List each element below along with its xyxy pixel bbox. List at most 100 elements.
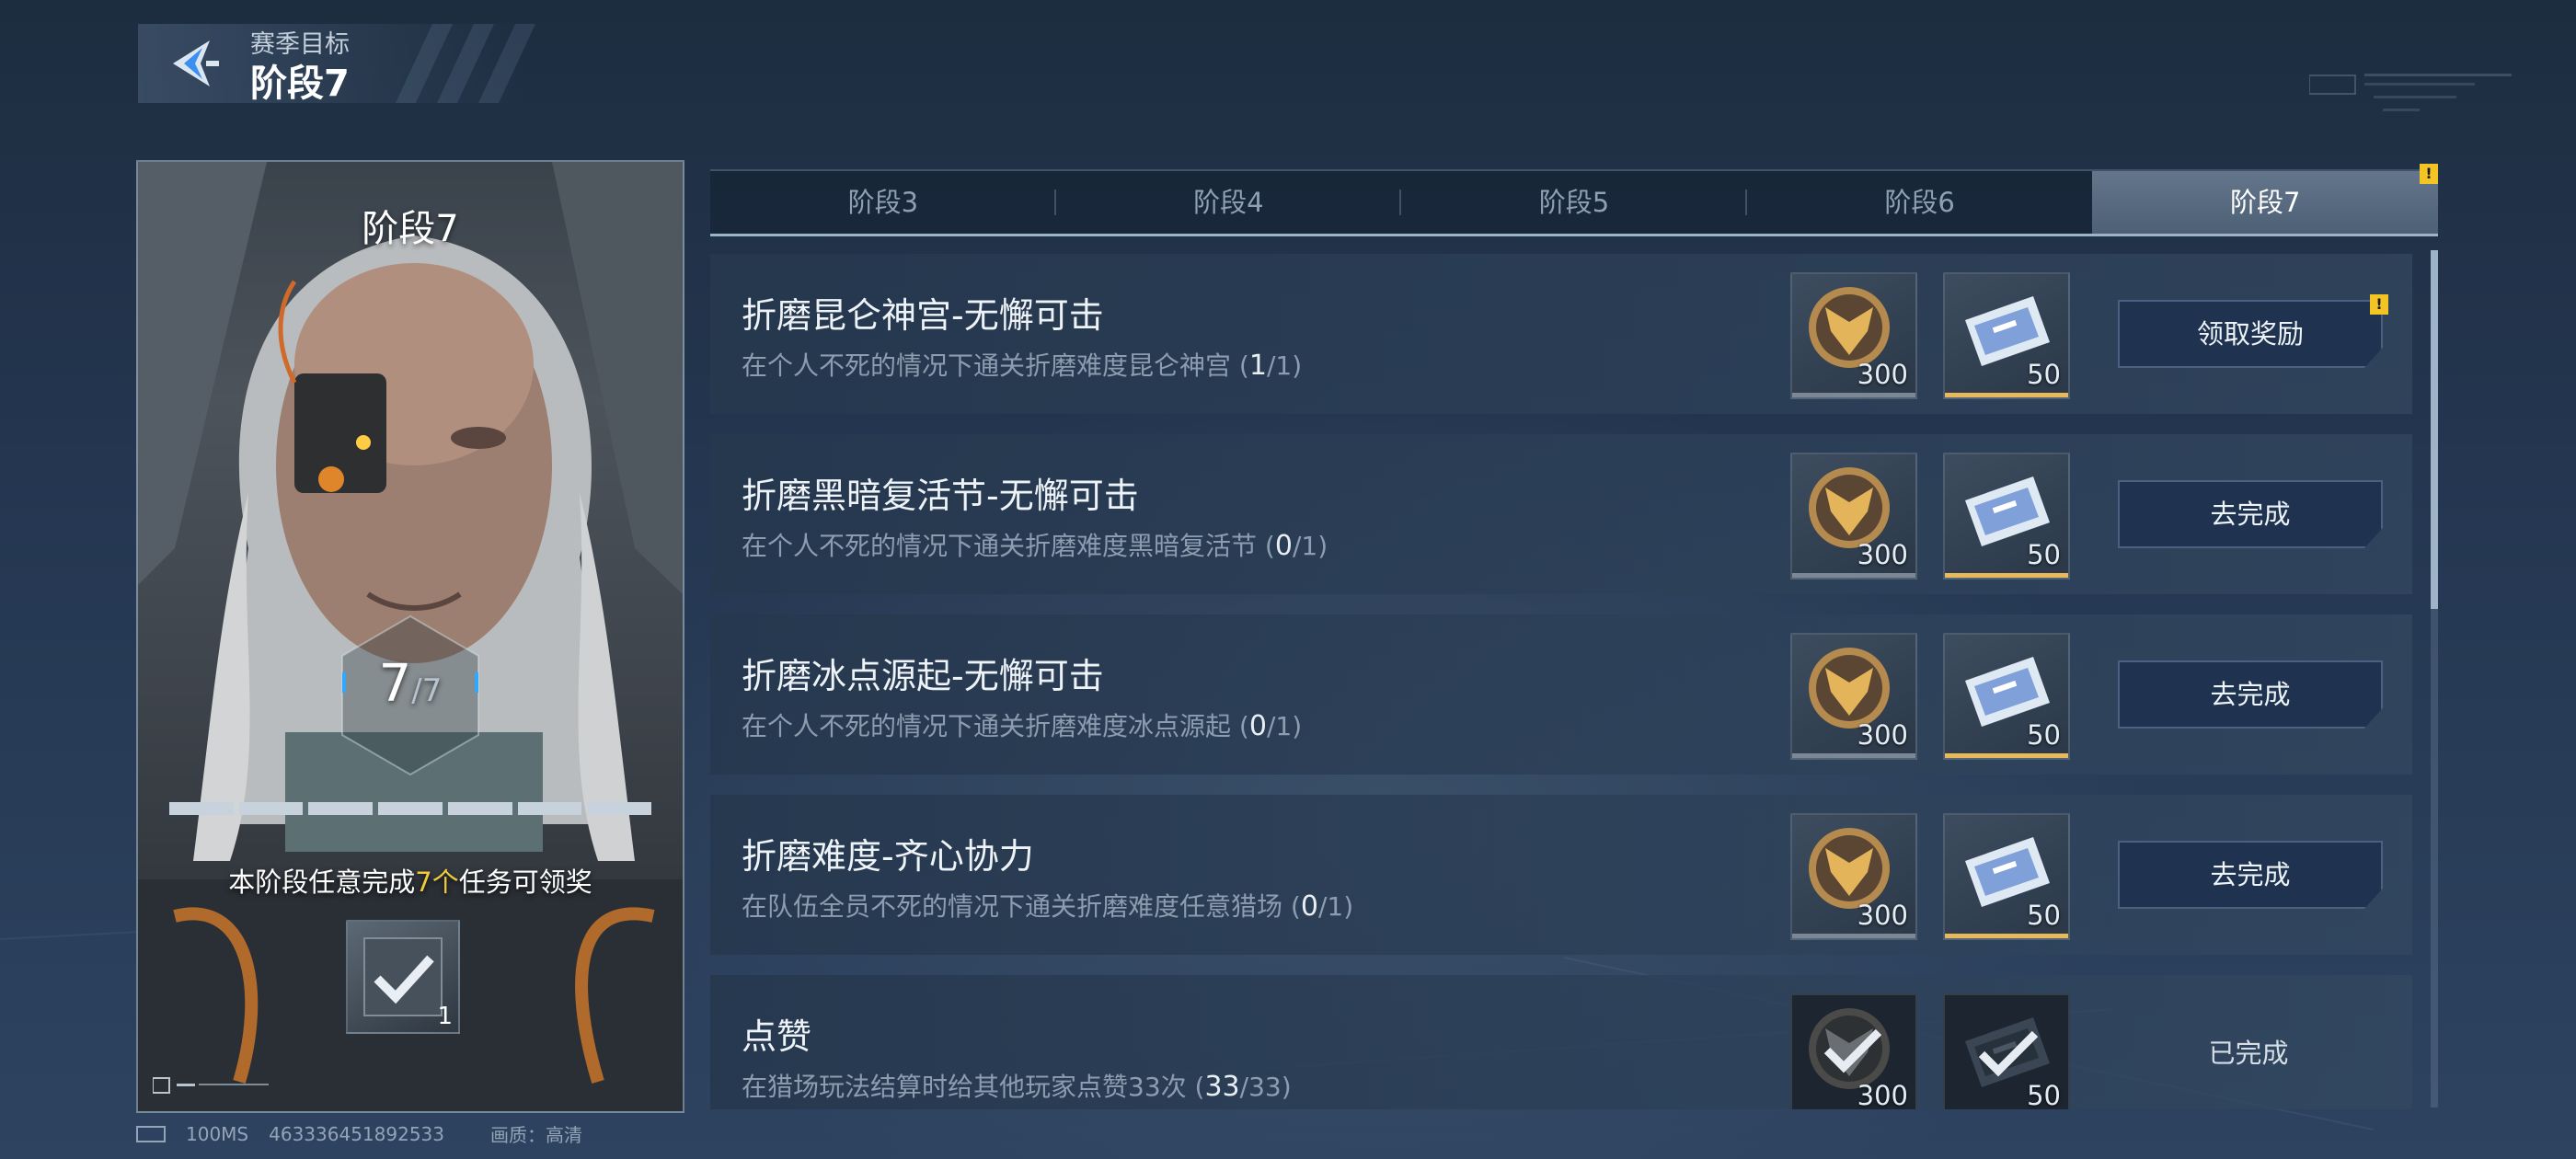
task-desc-text: 在猎场玩法结算时给其他玩家点赞33次 xyxy=(742,1072,1187,1102)
task-desc-text: 在个人不死的情况下通关折磨难度冰点源起 xyxy=(742,711,1232,741)
task-total: 1 xyxy=(1327,891,1344,922)
reward-rarity-bar xyxy=(1945,573,2068,578)
stage-reward-count: 1 xyxy=(437,1003,453,1030)
uid-text: 463336451892533 xyxy=(269,1122,444,1145)
reward-medal[interactable]: 300 xyxy=(1790,272,1917,399)
note-prefix: 本阶段任意完成 xyxy=(228,866,416,898)
reward-amount: 300 xyxy=(1857,359,1908,390)
progress-segment xyxy=(308,802,374,815)
progress-segment xyxy=(587,802,652,815)
back-arrow-icon xyxy=(173,40,219,86)
tab-label: 阶段4 xyxy=(1193,187,1264,218)
progress-total: 7 xyxy=(421,672,443,709)
stage-card: 阶段7 7/7 本阶段任意完成7个任务可领奖 1 xyxy=(136,160,684,1113)
reward-ticket[interactable]: 50 xyxy=(1943,272,2070,399)
progress-separator: / xyxy=(411,672,422,709)
go-complete-button[interactable]: 去完成 xyxy=(2118,480,2383,548)
go-complete-button[interactable]: 去完成 xyxy=(2118,841,2383,909)
hud-decoration xyxy=(2309,74,2512,111)
progress-segment xyxy=(517,802,582,815)
scrollbar-thumb[interactable] xyxy=(2431,250,2438,609)
reward-rarity-bar xyxy=(1945,934,2068,938)
quality-text: 画质：高清 xyxy=(490,1124,582,1146)
reward-amount: 300 xyxy=(1857,539,1908,570)
stage-segment-bar xyxy=(169,802,652,815)
reward-amount: 300 xyxy=(1857,1080,1908,1109)
stage-card-title: 阶段7 xyxy=(362,208,459,250)
tab-stage-5[interactable]: 阶段5 xyxy=(1401,171,1747,234)
reward-rarity-bar xyxy=(1792,573,1915,578)
tab-stage-3[interactable]: 阶段3 xyxy=(710,171,1056,234)
task-title: 折磨昆仑神宫-无懈可击 xyxy=(742,295,1104,336)
tab-stage-4[interactable]: 阶段4 xyxy=(1056,171,1402,234)
page-title: 阶段7 xyxy=(250,63,350,105)
progress-segment xyxy=(378,802,443,815)
stage-reward-item[interactable]: 1 xyxy=(346,920,460,1034)
task-title: 点赞 xyxy=(742,1016,812,1057)
task-description: 在个人不死的情况下通关折磨难度黑暗复活节 (0/1) xyxy=(742,530,1328,562)
note-suffix: 任务可领奖 xyxy=(458,866,592,898)
reward-medal[interactable]: 300 xyxy=(1790,813,1917,940)
scrollbar[interactable] xyxy=(2431,250,2438,1107)
task-progress: 0 xyxy=(1300,890,1318,923)
page-header: 赛季目标 阶段7 xyxy=(138,24,536,105)
reward-ticket[interactable]: 50 xyxy=(1943,993,2070,1109)
reward-amount: 50 xyxy=(2027,719,2061,751)
go-complete-button[interactable]: 去完成 xyxy=(2118,660,2383,729)
task-description: 在个人不死的情况下通关折磨难度冰点源起 (0/1) xyxy=(742,710,1303,742)
claim-reward-button[interactable]: 领取奖励 xyxy=(2118,300,2383,368)
tab-label: 阶段6 xyxy=(1884,187,1955,218)
completed-label: 已完成 xyxy=(2208,1038,2289,1069)
reward-ticket[interactable]: 50 xyxy=(1943,633,2070,760)
back-button[interactable] xyxy=(166,35,223,92)
task-row: 折磨黑暗复活节-无懈可击在个人不死的情况下通关折磨难度黑暗复活节 (0/1) 30… xyxy=(710,434,2412,594)
ping-text: 100MS xyxy=(186,1122,249,1145)
task-progress: 1 xyxy=(1248,350,1267,382)
task-progress: 0 xyxy=(1248,710,1267,742)
task-list[interactable]: 折磨昆仑神宫-无懈可击在个人不死的情况下通关折磨难度昆仑神宫 (1/1) 300 5… xyxy=(710,254,2412,1109)
reward-rarity-bar xyxy=(1945,393,2068,397)
task-description: 在个人不死的情况下通关折磨难度昆仑神宫 (1/1) xyxy=(742,350,1303,382)
reward-rarity-bar xyxy=(1945,753,2068,758)
task-title: 折磨黑暗复活节-无懈可击 xyxy=(742,476,1139,516)
reward-amount: 50 xyxy=(2027,1080,2061,1109)
reward-medal[interactable]: 300 xyxy=(1790,633,1917,760)
reward-rarity-bar xyxy=(1792,393,1915,397)
task-title: 折磨难度-齐心协力 xyxy=(742,836,1034,877)
battery-icon xyxy=(136,1125,166,1142)
task-total: 1 xyxy=(1275,711,1293,741)
task-title: 折磨冰点源起-无懈可击 xyxy=(742,656,1104,696)
reward-amount: 300 xyxy=(1857,900,1908,931)
task-row: 折磨昆仑神宫-无懈可击在个人不死的情况下通关折磨难度昆仑神宫 (1/1) 300 5… xyxy=(710,254,2412,414)
task-row: 点赞在猎场玩法结算时给其他玩家点赞33次 (33/33) 300 50 已完成 xyxy=(710,975,2412,1109)
task-total: 1 xyxy=(1301,531,1318,561)
reward-amount: 50 xyxy=(2027,539,2061,570)
task-row: 折磨难度-齐心协力 在队伍全员不死的情况下通关折磨难度任意猎场 (0/1) 300 5… xyxy=(710,795,2412,955)
task-description: 在猎场玩法结算时给其他玩家点赞33次 (33/33) xyxy=(742,1071,1292,1103)
reward-ticket[interactable]: 50 xyxy=(1943,813,2070,940)
progress-segment xyxy=(238,802,304,815)
tab-label: 阶段5 xyxy=(1538,187,1610,218)
reward-amount: 50 xyxy=(2027,359,2061,390)
alert-icon: ! xyxy=(2370,294,2388,315)
note-highlight: 7个 xyxy=(415,866,459,898)
reward-rarity-bar xyxy=(1792,934,1915,938)
reward-medal[interactable]: 300 xyxy=(1790,993,1917,1109)
tab-stage-6[interactable]: 阶段6 xyxy=(1747,171,2093,234)
stage-progress: 7/7 xyxy=(138,654,683,714)
status-bar: 100MS 463336451892533 画质：高清 xyxy=(136,1120,582,1147)
task-row: 折磨冰点源起-无懈可击在个人不死的情况下通关折磨难度冰点源起 (0/1) 300 5… xyxy=(710,614,2412,775)
alert-icon: ! xyxy=(2419,164,2438,184)
card-hud-decoration xyxy=(153,1077,269,1094)
progress-segment xyxy=(447,802,512,815)
reward-medal[interactable]: 300 xyxy=(1790,453,1917,580)
progress-done: 7 xyxy=(378,654,412,714)
reward-amount: 50 xyxy=(2027,900,2061,931)
task-progress: 0 xyxy=(1274,530,1293,562)
tab-stage-7[interactable]: 阶段7! xyxy=(2092,164,2438,234)
stage-card-note: 本阶段任意完成7个任务可领奖 xyxy=(138,861,683,900)
task-total: 33 xyxy=(1248,1072,1282,1102)
task-desc-text: 在队伍全员不死的情况下通关折磨难度任意猎场 xyxy=(742,891,1283,922)
reward-rarity-bar xyxy=(1792,753,1915,758)
reward-ticket[interactable]: 50 xyxy=(1943,453,2070,580)
